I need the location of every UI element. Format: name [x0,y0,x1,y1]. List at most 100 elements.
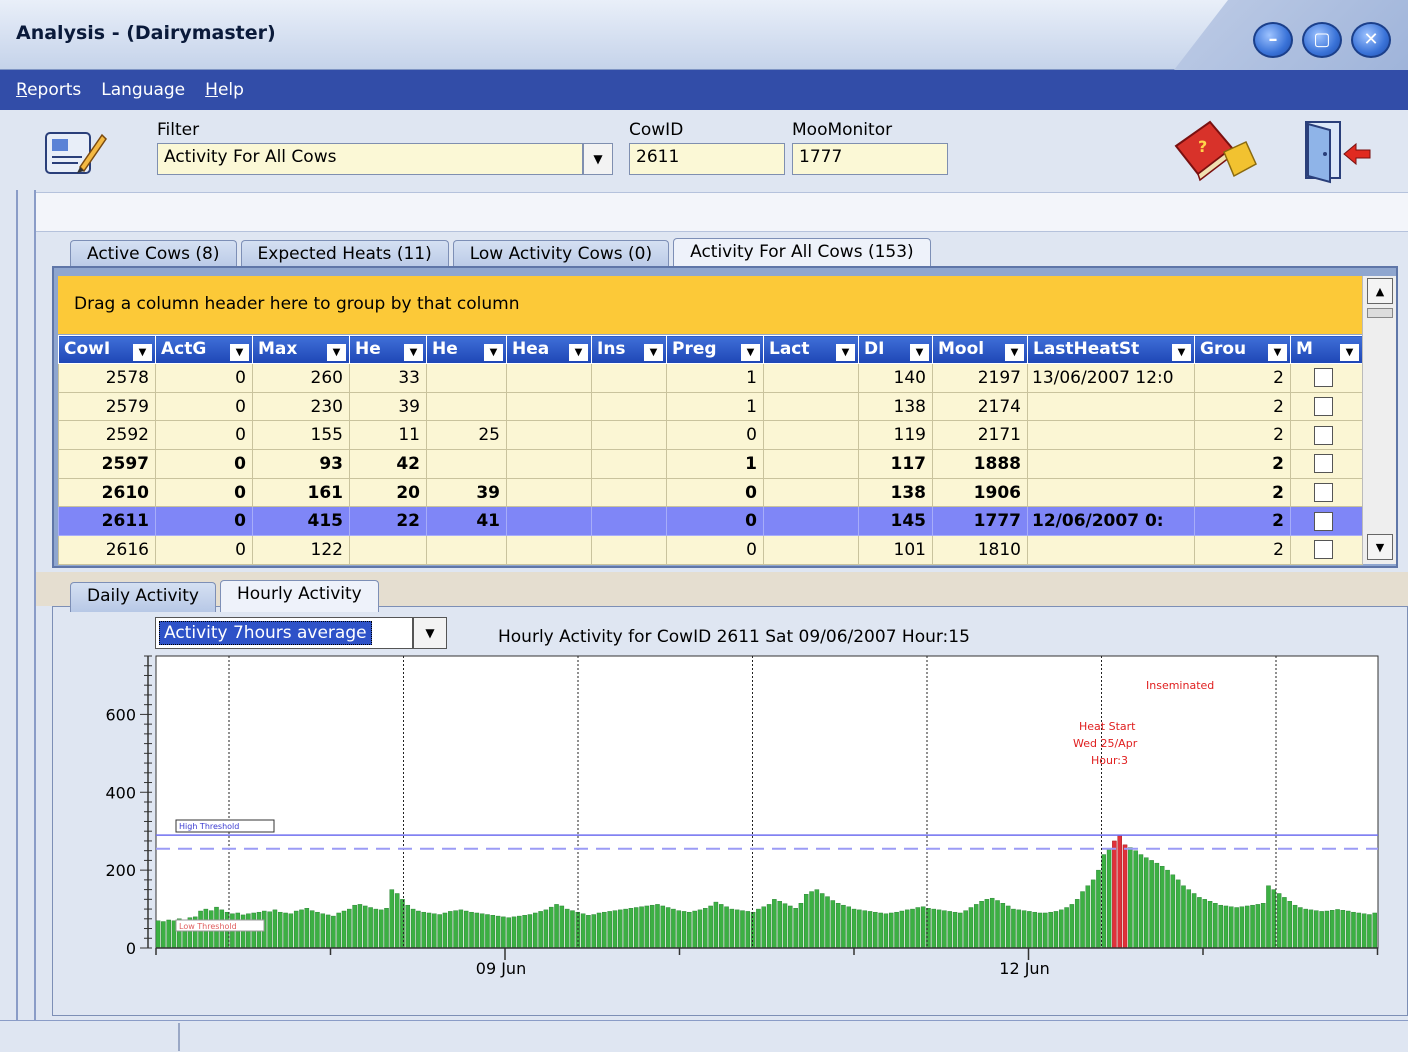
high-threshold-text: High Threshold [179,822,239,831]
activity-bar [1096,869,1101,949]
table-cell [591,506,667,537]
row-checkbox[interactable] [1314,540,1333,560]
table-cell [349,535,427,565]
row-checkbox[interactable] [1314,483,1333,503]
column-filter-icon[interactable]: ▼ [910,343,929,361]
row-checkbox[interactable] [1314,368,1333,388]
help-book-icon[interactable]: ? [1170,118,1260,184]
menu-help[interactable]: Help [205,80,244,100]
activity-bar [1064,907,1069,949]
column-header-8[interactable]: ▼ Lact [763,335,859,364]
table-cell: 0 [666,477,764,508]
table-cell [1027,535,1195,565]
annotation-hour: Hour:3 [1091,754,1128,767]
table-cell: 138 [858,391,933,422]
activity-bar [1016,909,1022,949]
column-header-2[interactable]: ▼ Max [252,335,350,364]
column-header-6[interactable]: ▼ Ins [591,335,667,364]
scroll-thumb[interactable] [1367,308,1393,318]
column-header-10[interactable]: ▼ Mool [932,335,1028,364]
column-filter-icon[interactable]: ▼ [1172,343,1191,361]
activity-bar [1175,879,1181,949]
table-row[interactable]: 2610 0 161 20 39 0 138 1906 2 [58,477,1363,508]
column-filter-icon[interactable]: ▼ [741,343,760,361]
scroll-up-icon[interactable]: ▲ [1367,278,1393,304]
column-header-11[interactable]: ▼ LastHeatSt [1027,335,1195,364]
activity-bar [825,896,830,949]
activity-bar [432,913,437,949]
table-row[interactable]: 2597 0 93 42 1 117 1888 2 [58,449,1363,479]
column-filter-icon[interactable]: ▼ [404,343,423,361]
report-edit-icon[interactable] [42,125,108,181]
table-row[interactable]: 2578 0 260 33 1 140 2197 13/06/2007 12:0 2 [58,363,1363,393]
activity-bar [676,910,681,949]
activity-bar [1361,913,1367,949]
column-filter-icon[interactable]: ▼ [230,343,249,361]
table-cell: 33 [349,363,427,393]
minimize-button[interactable]: – [1253,22,1293,58]
activity-bar [453,910,458,949]
column-filter-icon[interactable]: ▼ [1268,343,1287,361]
table-cell: 20 [349,477,427,508]
table-cell: 2610 [58,477,156,508]
column-header-4[interactable]: ▼ He [426,335,507,364]
activity-bar [1207,901,1213,949]
menu-language[interactable]: Language [101,80,185,100]
activity-bar [517,915,522,949]
column-filter-icon[interactable]: ▼ [484,343,503,361]
column-header-13[interactable]: ▼ M [1290,335,1363,364]
tab-hourly-activity[interactable]: Hourly Activity [220,580,379,612]
moomonitor-input[interactable]: 1777 [792,143,948,175]
table-row[interactable]: 2611 0 415 22 41 0 145 1777 12/06/2007 0: 2 [58,506,1363,537]
row-checkbox[interactable] [1314,397,1333,417]
close-button[interactable]: ✕ [1351,22,1391,58]
column-filter-icon[interactable]: ▼ [1340,343,1359,361]
menu-reports[interactable]: Reports [16,80,81,100]
column-filter-icon[interactable]: ▼ [644,343,663,361]
column-header-label: DI [864,338,885,359]
table-cell: 155 [252,420,350,451]
group-by-area[interactable]: Drag a column header here to group by th… [58,276,1362,334]
column-filter-icon[interactable]: ▼ [1005,343,1024,361]
activity-bar [1069,904,1075,949]
scroll-down-icon[interactable]: ▼ [1367,534,1393,560]
column-header-1[interactable]: ▼ ActG [155,335,253,364]
column-header-0[interactable]: ▼ CowI [58,335,156,364]
tab-daily-activity[interactable]: Daily Activity [70,582,216,612]
table-cell: 39 [349,391,427,422]
table-cell: 0 [155,449,253,479]
filter-dropdown-button[interactable]: ▼ [583,143,613,175]
table-cell [1290,477,1363,508]
activity-bar [463,910,469,949]
table-row[interactable]: 2592 0 155 11 25 0 119 2171 2 [58,420,1363,451]
filter-select[interactable]: Activity For All Cows [157,143,583,175]
column-filter-icon[interactable]: ▼ [569,343,588,361]
row-checkbox[interactable] [1314,425,1333,445]
window-title: Analysis - (Dairymaster) [16,22,276,44]
column-header-12[interactable]: ▼ Grou [1194,335,1291,364]
activity-bar [527,914,533,949]
activity-bar [1159,866,1165,949]
activity-mode-select[interactable]: Activity 7hours average [155,617,413,649]
row-checkbox[interactable] [1314,454,1333,474]
grid-vertical-scrollbar[interactable]: ▲ ▼ [1362,276,1396,564]
maximize-button[interactable]: ▢ [1302,22,1342,58]
table-cell: 0 [666,535,764,565]
table-row[interactable]: 2616 0 122 0 101 1810 2 [58,535,1363,565]
column-header-9[interactable]: ▼ DI [858,335,933,364]
column-filter-icon[interactable]: ▼ [133,343,152,361]
table-row[interactable]: 2579 0 230 39 1 138 2174 2 [58,391,1363,422]
column-header-5[interactable]: ▼ Hea [506,335,592,364]
activity-mode-dropdown-button[interactable]: ▼ [413,617,447,649]
column-filter-icon[interactable]: ▼ [836,343,855,361]
column-header-3[interactable]: ▼ He [349,335,427,364]
column-header-7[interactable]: ▼ Preg [666,335,764,364]
row-checkbox[interactable] [1314,511,1333,531]
column-filter-icon[interactable]: ▼ [327,343,346,361]
activity-bar [750,911,756,949]
table-cell [426,449,507,479]
activity-bar [437,914,442,949]
exit-door-icon[interactable] [1296,118,1376,184]
activity-bar [734,909,740,949]
cowid-input[interactable]: 2611 [629,143,785,175]
